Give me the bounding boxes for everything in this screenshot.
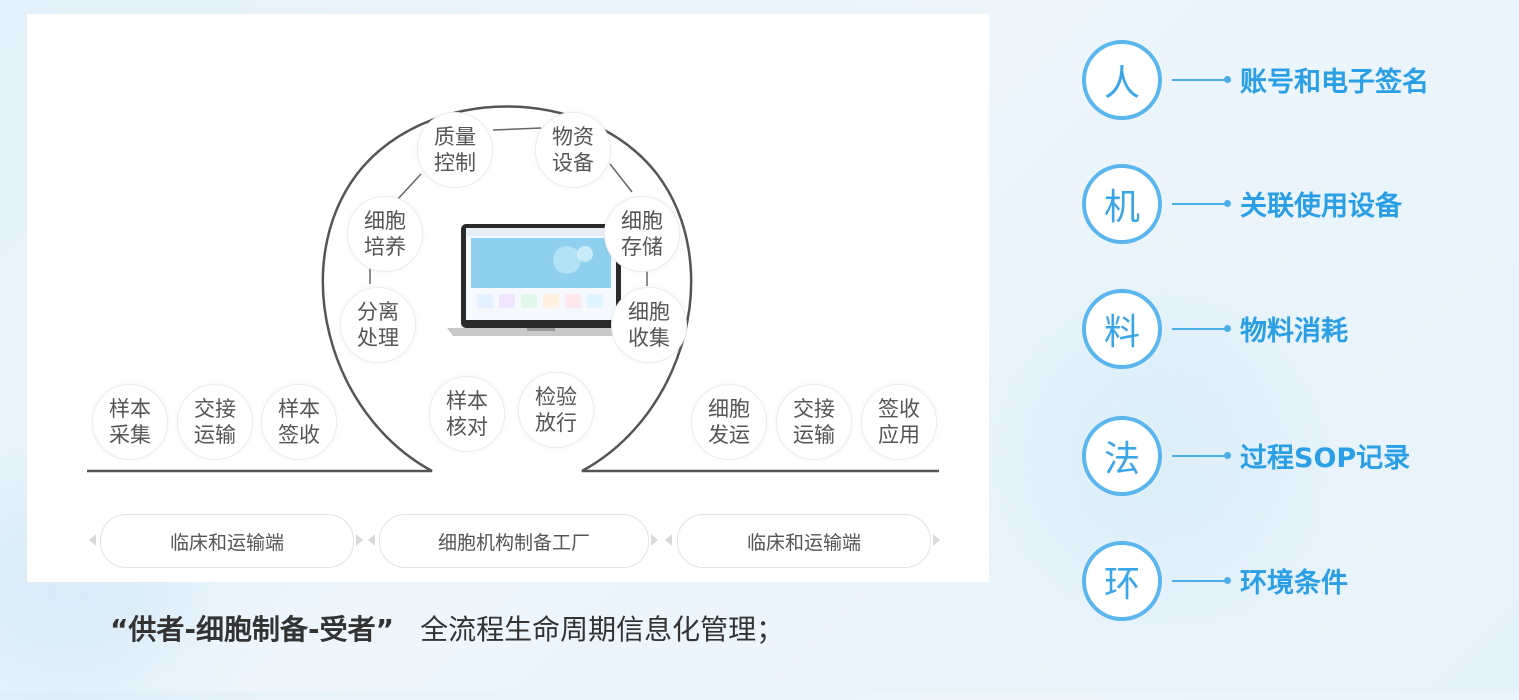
factor-ring: 机: [1082, 164, 1162, 244]
node-quality-control: 质量控制: [417, 112, 493, 188]
factor-material: 料 物料消耗: [1082, 289, 1502, 369]
arrow-left-icon: [665, 534, 672, 546]
connector-dot: [1224, 200, 1231, 207]
node-cell-dispatch: 细胞发运: [691, 384, 767, 460]
factor-ring: 料: [1082, 289, 1162, 369]
region-clinic-left: 临床和运输端: [100, 514, 354, 568]
connector: [492, 127, 542, 131]
node-materials-equipment: 物资设备: [535, 112, 611, 188]
factor-machine: 机 关联使用设备: [1082, 164, 1502, 244]
node-handover-transport-right: 交接运输: [776, 384, 852, 460]
connector-dot: [1224, 76, 1231, 83]
connector-line: [1172, 580, 1226, 582]
factor-environment: 环 环境条件: [1082, 541, 1502, 621]
factor-label: 过程SOP记录: [1240, 443, 1411, 474]
node-separation: 分离处理: [340, 287, 416, 363]
caption-normal: 全流程生命周期信息化管理；: [420, 613, 785, 646]
flow-diagram-panel: 质量控制 物资设备 细胞培养 细胞存储 分离处理 细胞收集 样本核对 检验放行 …: [27, 14, 989, 582]
factor-people: 人 账号和电子签名: [1082, 40, 1502, 120]
node-sample-collection: 样本采集: [92, 384, 168, 460]
connector-line: [1172, 203, 1226, 205]
connector: [609, 163, 633, 193]
arrow-right-icon: [933, 534, 940, 546]
arrow-left-icon: [89, 534, 96, 546]
factor-label: 物料消耗: [1240, 316, 1348, 347]
arrow-right-icon: [651, 534, 658, 546]
node-inspection-release: 检验放行: [518, 372, 594, 448]
caption: “供者-细胞制备-受者” 全流程生命周期信息化管理；: [110, 608, 784, 648]
region-factory: 细胞机构制备工厂: [379, 514, 649, 568]
factor-method: 法 过程SOP记录: [1082, 416, 1502, 496]
connector-line: [1172, 455, 1226, 457]
connector: [396, 173, 422, 201]
node-cell-storage: 细胞存储: [604, 196, 680, 272]
caption-bold: “供者-细胞制备-受者”: [110, 613, 395, 646]
factor-ring: 环: [1082, 541, 1162, 621]
connector-dot: [1224, 325, 1231, 332]
factor-label: 账号和电子签名: [1240, 67, 1429, 98]
node-sample-receipt: 样本签收: [261, 384, 337, 460]
factor-ring: 法: [1082, 416, 1162, 496]
node-receipt-application: 签收应用: [861, 384, 937, 460]
connector-dot: [1224, 452, 1231, 459]
factor-label: 关联使用设备: [1240, 191, 1402, 222]
arrow-right-icon: [356, 534, 363, 546]
node-cell-harvest: 细胞收集: [611, 287, 687, 363]
arrow-left-icon: [368, 534, 375, 546]
connector-line: [1172, 328, 1226, 330]
node-handover-transport-left: 交接运输: [177, 384, 253, 460]
node-sample-check: 样本核对: [429, 376, 505, 452]
connector-dot: [1224, 577, 1231, 584]
connector-line: [1172, 79, 1226, 81]
node-cell-culture: 细胞培养: [347, 196, 423, 272]
factor-label: 环境条件: [1240, 568, 1348, 599]
factor-ring: 人: [1082, 40, 1162, 120]
region-clinic-right: 临床和运输端: [677, 514, 931, 568]
